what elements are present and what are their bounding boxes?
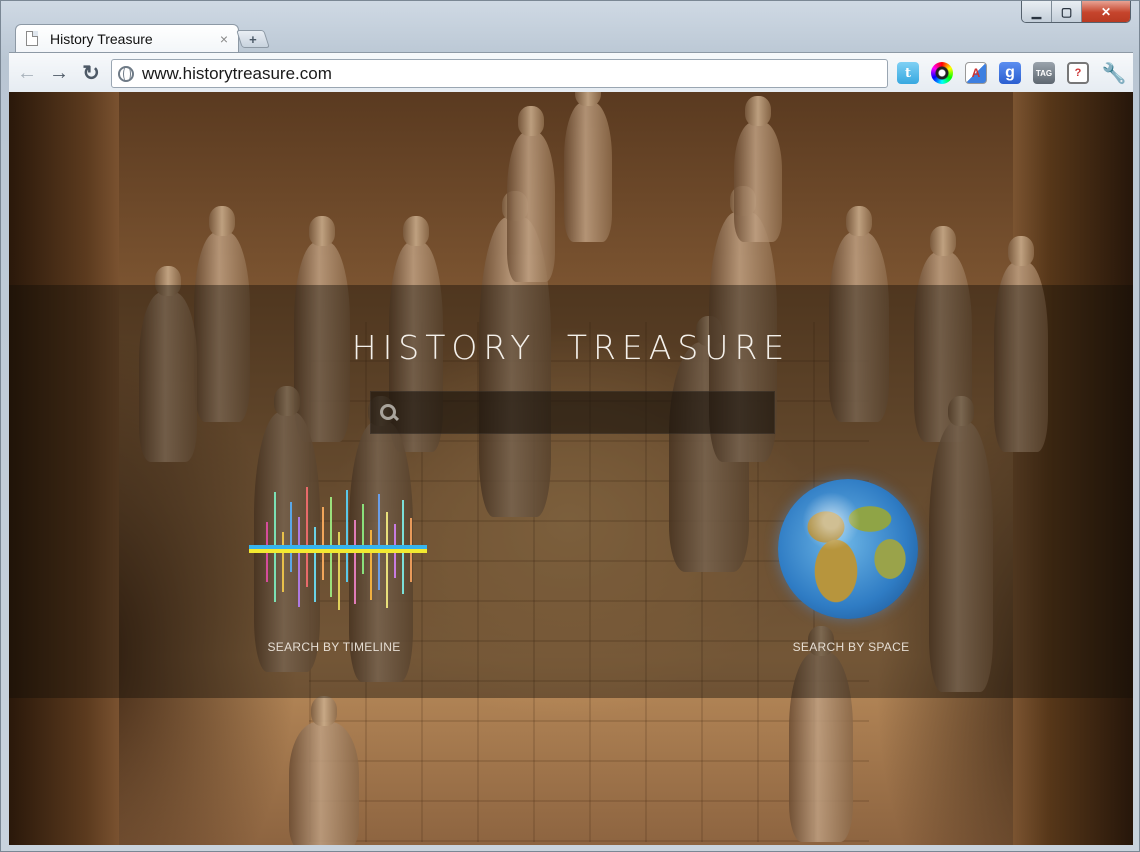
- tab-title: History Treasure: [50, 30, 153, 47]
- twitter-icon[interactable]: t: [897, 62, 919, 84]
- timeline-icon[interactable]: [247, 482, 429, 614]
- globe-icon: [118, 65, 134, 82]
- color-picker-icon[interactable]: [931, 62, 953, 84]
- browser-toolbar: ← → ↻ www.historytreasure.com t A g TAG …: [9, 52, 1133, 92]
- search-by-timeline-link[interactable]: SEARCH BY TIMELINE: [239, 640, 429, 654]
- tag-icon[interactable]: TAG: [1033, 62, 1055, 84]
- browser-window: ▁ ▢ ✕ History Treasure × + ← → ↻ www.his…: [0, 0, 1140, 852]
- search-icon[interactable]: [379, 403, 399, 423]
- window-controls: ▁ ▢ ✕: [1021, 1, 1131, 23]
- reload-button[interactable]: ↻: [79, 61, 103, 85]
- search-input[interactable]: [407, 403, 767, 422]
- plus-icon: +: [249, 31, 257, 47]
- background-statue: [507, 106, 555, 282]
- url-text[interactable]: www.historytreasure.com: [142, 64, 332, 84]
- title-bar: ▁ ▢ ✕ History Treasure × +: [1, 1, 1139, 52]
- background-statue: [734, 96, 782, 242]
- address-bar[interactable]: www.historytreasure.com: [111, 59, 888, 88]
- globe-icon[interactable]: [778, 479, 918, 619]
- wrench-icon[interactable]: 🔧: [1102, 62, 1127, 85]
- background-statue: [564, 92, 612, 242]
- search-by-space-link[interactable]: SEARCH BY SPACE: [761, 640, 941, 654]
- back-button[interactable]: ←: [15, 61, 39, 85]
- mail-checker-icon[interactable]: ?: [1067, 62, 1089, 84]
- forward-button[interactable]: →: [47, 61, 71, 85]
- tab-history-treasure[interactable]: History Treasure ×: [15, 24, 239, 52]
- search-box[interactable]: [370, 391, 775, 434]
- tab-close-icon[interactable]: ×: [220, 31, 228, 47]
- new-tab-button[interactable]: +: [236, 30, 270, 48]
- google-icon[interactable]: g: [999, 62, 1021, 84]
- minimize-button[interactable]: ▁: [1022, 1, 1052, 22]
- maximize-button[interactable]: ▢: [1052, 1, 1082, 22]
- page-icon: [26, 31, 38, 46]
- page-viewport: HISTORY TREASURE SEARCH BY TIMELINE SEAR…: [9, 92, 1133, 845]
- site-title: HISTORY TREASURE: [351, 328, 791, 367]
- close-window-button[interactable]: ✕: [1082, 1, 1130, 22]
- background-statue: [289, 696, 359, 845]
- translate-icon[interactable]: A: [965, 62, 987, 84]
